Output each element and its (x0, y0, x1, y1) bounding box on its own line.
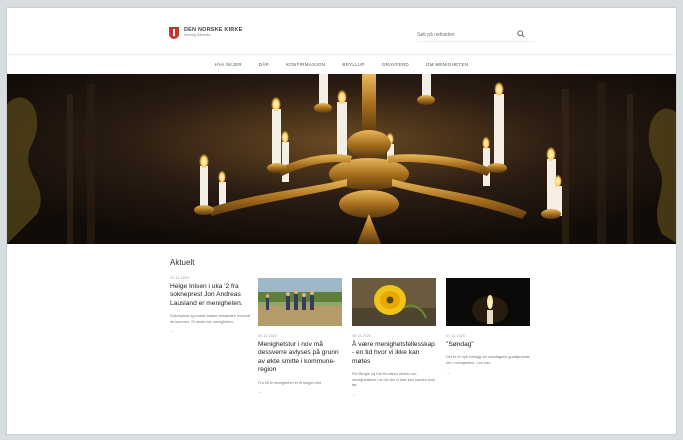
church-logo-icon (169, 27, 179, 39)
card-image-walkers[interactable] (258, 278, 342, 326)
site-header: DEN NORSKE KIRKE Kirkelig fellesråd (7, 8, 676, 54)
card-image-flower[interactable] (352, 278, 436, 326)
browser-page: DEN NORSKE KIRKE Kirkelig fellesråd HVA … (6, 7, 677, 435)
nav-item-om-menigheten[interactable]: OM MENIGHETEN (426, 62, 468, 67)
article-headline[interactable]: Menighetstur i nov må dessverre avlyses … (258, 341, 342, 375)
article-date: 09.12.2020 (258, 334, 277, 338)
article-excerpt: Sokneprest og koster hadde besøksleir hv… (170, 314, 251, 324)
article-excerpt: Per Bergle og Kai Knudsen skriver om men… (352, 372, 436, 388)
featured-article[interactable]: 15.12.2020 Helge Inlsen i uka '2 fra sok… (170, 276, 252, 333)
news-card[interactable]: 07.12.2020 "Søndag" Det er et nytt innle… (446, 278, 530, 375)
main-nav: HVA SKJER DÅP KONFIRMASJON BRYLLUP GRAVF… (7, 54, 676, 74)
hero-image (7, 74, 676, 244)
search-input[interactable] (417, 31, 507, 38)
nav-item-dap[interactable]: DÅP (259, 62, 269, 67)
article-date: 07.12.2020 (446, 334, 465, 338)
nav-item-konfirmasjon[interactable]: KONFIRMASJON (286, 62, 325, 67)
search-icon[interactable] (517, 30, 525, 38)
article-headline[interactable]: Å være menighetsfellesskap - en tid hvor… (352, 341, 436, 366)
article-headline[interactable]: Helge Inlsen i uka '2 fra sokneprest Jon… (170, 283, 252, 308)
nav-item-gravferd[interactable]: GRAVFERD (382, 62, 409, 67)
article-excerpt: Fra 05 til menigheten er et klaget vårt. (258, 380, 322, 385)
nav-item-bryllup[interactable]: BRYLLUP (342, 62, 365, 67)
news-section: Aktuelt 15.12.2020 Helge Inlsen i uka '2… (7, 244, 676, 434)
read-more-arrow-icon[interactable]: → (170, 328, 252, 333)
search-box (417, 28, 535, 42)
article-date: 08.12.2020 (352, 334, 371, 338)
site-logo[interactable]: DEN NORSKE KIRKE Kirkelig fellesråd (169, 27, 243, 39)
news-card[interactable]: 09.12.2020 Menighetstur i nov må dessver… (258, 278, 342, 394)
article-excerpt: Det er et nytt innlegg om søndagens guds… (446, 355, 530, 365)
logo-subtitle: Kirkelig fellesråd (184, 33, 211, 38)
read-more-arrow-icon[interactable]: → (352, 392, 436, 397)
article-date: 15.12.2020 (170, 276, 189, 280)
read-more-arrow-icon[interactable]: → (446, 370, 530, 375)
news-card[interactable]: 08.12.2020 Å være menighetsfellesskap - … (352, 278, 436, 397)
nav-item-hva-skjer[interactable]: HVA SKJER (215, 62, 242, 67)
card-image-candle[interactable] (446, 278, 530, 326)
article-headline[interactable]: "Søndag" (446, 341, 530, 349)
chandelier-image (7, 74, 676, 244)
section-title: Aktuelt (170, 258, 195, 267)
read-more-arrow-icon[interactable]: → (258, 389, 342, 394)
